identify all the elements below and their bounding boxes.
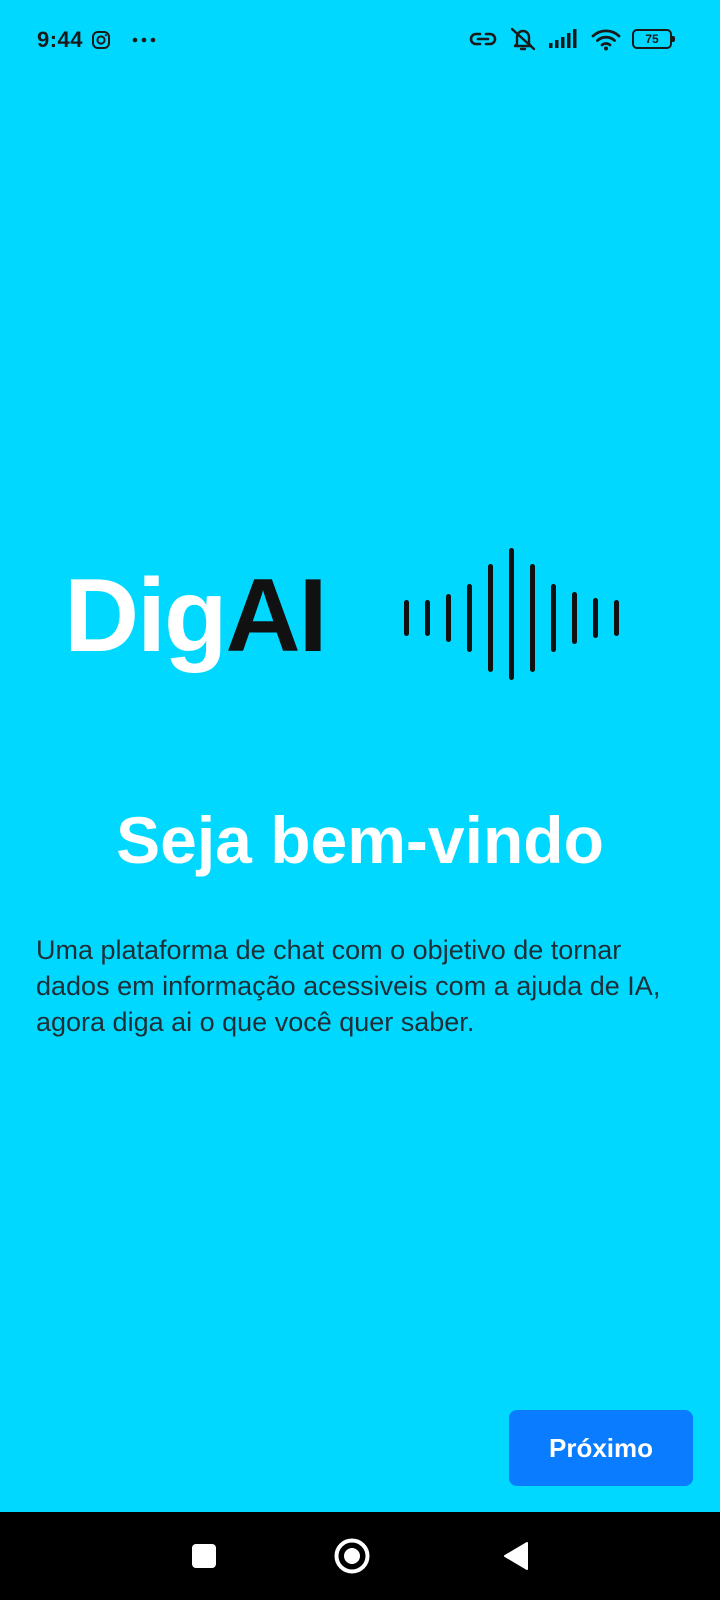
- next-button[interactable]: Próximo: [509, 1410, 693, 1486]
- wave-bar: [593, 598, 598, 638]
- recents-square-icon[interactable]: [182, 1534, 226, 1578]
- status-left: 9:44: [37, 27, 157, 53]
- wave-bar: [572, 592, 577, 644]
- welcome-description: Uma plataforma de chat com o objetivo de…: [36, 935, 661, 1037]
- wave-bar: [467, 584, 472, 652]
- system-nav-bar: [0, 1512, 720, 1600]
- instagram-icon: [92, 31, 111, 49]
- back-triangle-icon[interactable]: [494, 1534, 538, 1578]
- more-dots-icon: [132, 37, 156, 43]
- wave-bar: [446, 594, 451, 642]
- wave-bar: [404, 600, 409, 636]
- wave-bar: [509, 548, 514, 680]
- wave-bar: [551, 584, 556, 652]
- status-bar: 9:44 75: [0, 0, 720, 80]
- wave-bar: [614, 600, 619, 636]
- link-icon: [469, 32, 497, 46]
- battery-level: 75: [645, 32, 659, 46]
- welcome-title: Seja bem-vindo: [116, 803, 604, 877]
- logo-text-dig: Dig: [64, 558, 228, 674]
- silent-mode-icon: [510, 27, 536, 51]
- sound-wave-icon: [404, 548, 644, 688]
- wifi-icon: [591, 29, 621, 51]
- wave-bar: [530, 564, 535, 672]
- battery-icon: 75: [632, 29, 675, 49]
- signal-icon: [549, 29, 577, 48]
- logo-text-ai: AI: [225, 558, 328, 674]
- wave-bar: [488, 564, 493, 672]
- home-circle-icon[interactable]: [330, 1534, 374, 1578]
- wave-bar: [425, 600, 430, 636]
- status-time: 9:44: [37, 27, 84, 52]
- status-right: 75: [468, 26, 675, 52]
- logo-wordmark: DigAI: [64, 556, 328, 676]
- app-logo: DigAI: [64, 548, 644, 688]
